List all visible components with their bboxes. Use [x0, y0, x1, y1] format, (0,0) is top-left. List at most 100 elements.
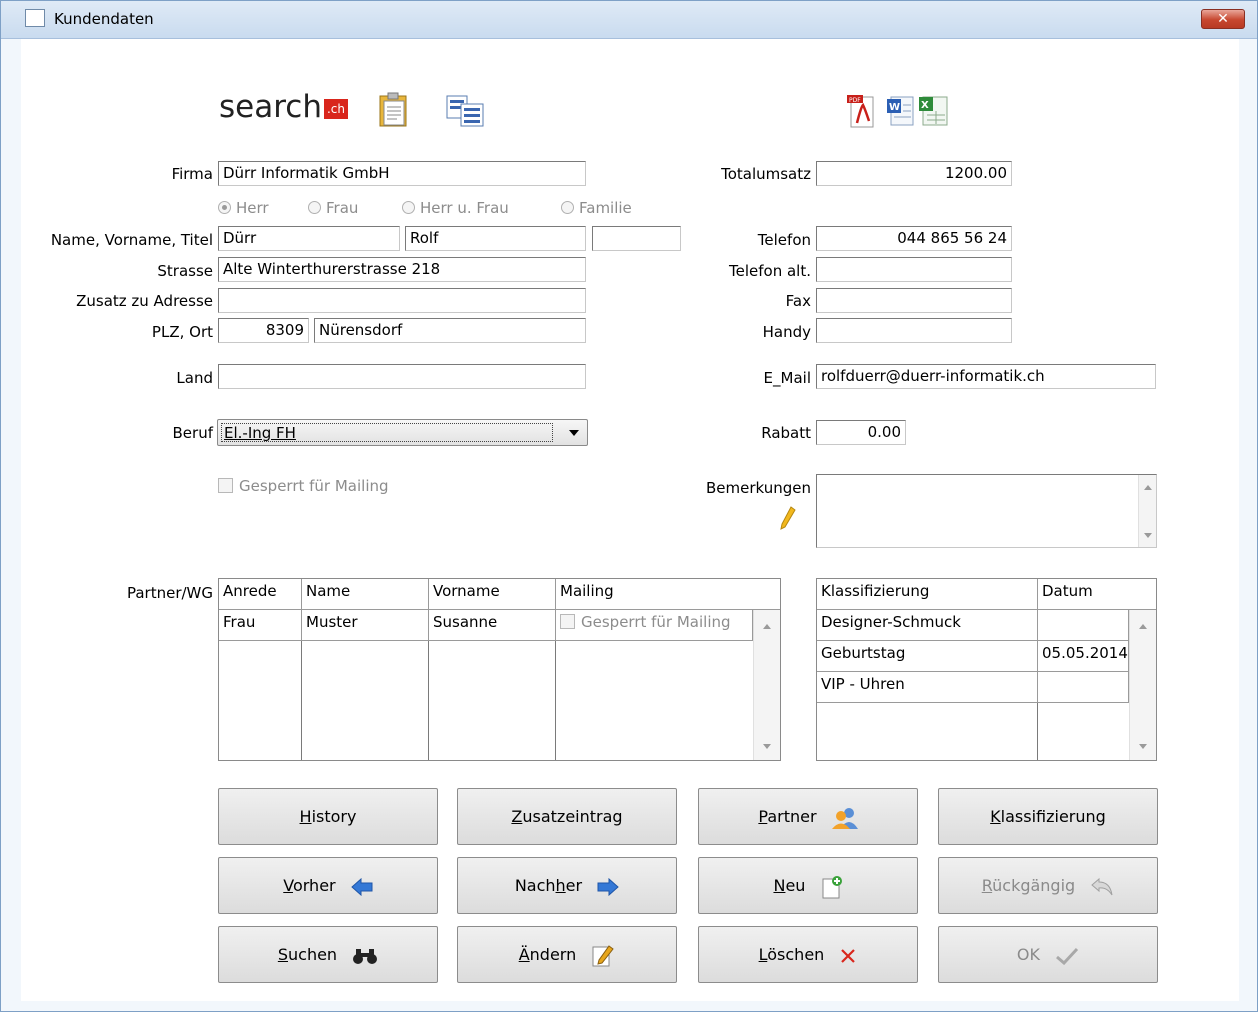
scroll-up-icon[interactable]: [1139, 624, 1147, 629]
ok-button[interactable]: OK: [938, 926, 1158, 983]
klass-col-name[interactable]: Klassifizierung: [817, 579, 1038, 610]
klass-cell-datum[interactable]: [1038, 672, 1129, 703]
partner-cell-anrede[interactable]: Frau: [219, 610, 302, 641]
loeschen-button[interactable]: Löschen: [698, 926, 918, 983]
vorname-field[interactable]: Rolf: [405, 226, 586, 251]
plz-ort-label: PLZ, Ort: [151, 323, 213, 341]
copy-icon[interactable]: [445, 94, 489, 128]
totalumsatz-field[interactable]: 1200.00: [816, 161, 1012, 186]
zusatzeintrag-button[interactable]: Zusatzeintrag: [457, 788, 677, 845]
partner-divider: [301, 641, 302, 760]
partner-button[interactable]: Partner: [698, 788, 918, 845]
ort-field[interactable]: Nürensdorf: [314, 318, 586, 343]
bemerkungen-textarea[interactable]: [816, 474, 1157, 548]
zusatzeintrag-mnemonic: Z: [511, 807, 523, 826]
handy-label: Handy: [762, 323, 811, 341]
radio-familie[interactable]: Familie: [561, 199, 632, 217]
radio-familie-label: Familie: [579, 199, 632, 217]
klass-cell-name[interactable]: VIP - Uhren: [817, 672, 1038, 703]
klass-scrollbar[interactable]: [1129, 610, 1156, 760]
partner-mnemonic: P: [758, 807, 768, 826]
klassifizierung-button[interactable]: Klassifizierung: [938, 788, 1158, 845]
word-export-icon[interactable]: W: [885, 93, 917, 129]
aendern-label: ndern: [529, 945, 577, 964]
edit-icon: [592, 944, 615, 966]
klass-cell-datum[interactable]: 05.05.2014: [1038, 641, 1129, 672]
pdf-export-icon[interactable]: PDF: [847, 93, 877, 129]
totalumsatz-label: Totalumsatz: [721, 165, 811, 183]
search-ch-logo[interactable]: search .ch: [219, 89, 349, 125]
partner-mailing-checkbox[interactable]: [560, 614, 575, 629]
undo-icon: [1091, 877, 1113, 895]
telefon-field[interactable]: 044 865 56 24: [816, 226, 1012, 251]
rueckgaengig-mnemonic: R: [981, 876, 993, 895]
zusatzeintrag-label: usatzeintrag: [522, 807, 623, 826]
handy-field[interactable]: [816, 318, 1012, 343]
strasse-field[interactable]: Alte Winterthurerstrasse 218: [218, 257, 586, 282]
gesperrt-checkbox-label: Gesperrt für Mailing: [239, 477, 389, 495]
search-ch-logo-suffix: .ch: [323, 99, 349, 119]
vorher-mnemonic: V: [283, 876, 293, 895]
partner-divider: [555, 641, 556, 760]
klass-cell-name[interactable]: Geburtstag: [817, 641, 1038, 672]
partner-col-anrede[interactable]: Anrede: [219, 579, 302, 610]
partner-cell-name[interactable]: Muster: [302, 610, 429, 641]
telefon-alt-field[interactable]: [816, 257, 1012, 282]
scroll-up-icon[interactable]: [1144, 485, 1152, 490]
nachher-button[interactable]: Nachher: [457, 857, 677, 914]
suchen-button[interactable]: Suchen: [218, 926, 438, 983]
gesperrt-checkbox[interactable]: Gesperrt für Mailing: [218, 477, 389, 495]
partner-col-name[interactable]: Name: [302, 579, 429, 610]
scroll-down-icon[interactable]: [1144, 533, 1152, 538]
vorher-button[interactable]: Vorher: [218, 857, 438, 914]
fax-field[interactable]: [816, 288, 1012, 313]
radio-herr-u-frau[interactable]: Herr u. Frau: [402, 199, 509, 217]
partner-scrollbar[interactable]: [753, 610, 780, 760]
klass-col-datum[interactable]: Datum: [1038, 579, 1156, 610]
scroll-down-icon[interactable]: [763, 744, 771, 749]
radio-herr-u-frau-dot: [402, 201, 415, 214]
klass-cell-name[interactable]: Designer-Schmuck: [817, 610, 1038, 641]
partner-cell-mailing[interactable]: Gesperrt für Mailing: [556, 610, 753, 641]
suchen-mnemonic: S: [277, 945, 288, 964]
fax-label: Fax: [785, 292, 811, 310]
partner-grid[interactable]: Anrede Name Vorname Mailing Frau Muster …: [218, 578, 781, 761]
klass-cell-datum[interactable]: [1038, 610, 1129, 641]
land-field[interactable]: [218, 364, 586, 389]
pencil-icon[interactable]: [779, 505, 797, 531]
zusatz-field[interactable]: [218, 288, 586, 313]
beruf-select[interactable]: El.-Ing FH: [217, 419, 588, 446]
plz-field[interactable]: 8309: [218, 318, 309, 343]
titel-field[interactable]: [592, 226, 681, 251]
bemerkungen-scrollbar[interactable]: [1138, 475, 1156, 547]
gesperrt-checkbox-box: [218, 478, 233, 493]
aendern-mnemonic: Ä: [518, 945, 530, 964]
scroll-up-icon[interactable]: [763, 624, 771, 629]
excel-export-icon[interactable]: X: [917, 93, 951, 129]
clipboard-icon[interactable]: [377, 92, 411, 128]
neu-button[interactable]: Neu: [698, 857, 918, 914]
name-field[interactable]: Dürr: [218, 226, 400, 251]
partner-col-mailing[interactable]: Mailing: [556, 579, 780, 610]
scroll-down-icon[interactable]: [1139, 744, 1147, 749]
loeschen-mnemonic: L: [758, 945, 768, 964]
close-button[interactable]: ✕: [1201, 9, 1245, 29]
firma-field[interactable]: Dürr Informatik GmbH: [218, 161, 586, 186]
partner-col-vorname[interactable]: Vorname: [429, 579, 556, 610]
klassifizierung-btn-label: lassifizierung: [1000, 807, 1106, 826]
rueckgaengig-button[interactable]: Rückgängig: [938, 857, 1158, 914]
radio-herr[interactable]: Herr: [218, 199, 269, 217]
klassifizierung-grid[interactable]: Klassifizierung Datum Designer-Schmuck G…: [816, 578, 1157, 761]
email-field[interactable]: rolfduerr@duerr-informatik.ch: [816, 364, 1156, 389]
arrow-left-icon: [350, 877, 373, 896]
partner-cell-vorname[interactable]: Susanne: [429, 610, 556, 641]
suchen-label: uchen: [288, 945, 338, 964]
bemerkungen-label: Bemerkungen: [705, 479, 811, 497]
rabatt-field[interactable]: 0.00: [816, 420, 906, 445]
radio-frau-label: Frau: [326, 199, 359, 217]
aendern-button[interactable]: Ändern: [457, 926, 677, 983]
history-button[interactable]: History: [218, 788, 438, 845]
radio-frau[interactable]: Frau: [308, 199, 358, 217]
neu-label: eu: [785, 876, 806, 895]
history-label: istory: [311, 807, 357, 826]
